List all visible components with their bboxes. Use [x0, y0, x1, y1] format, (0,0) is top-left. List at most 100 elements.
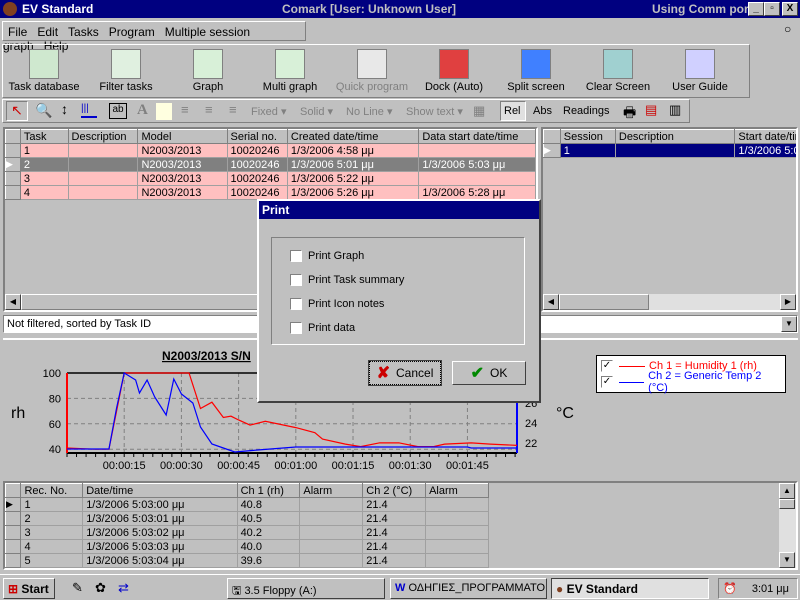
rel-button[interactable]: Rel	[500, 101, 526, 121]
column-header[interactable]: Data start date/time	[418, 129, 536, 144]
column-header[interactable]: Created date/time	[286, 129, 420, 144]
line-style-dropdown[interactable]: Fixed ▾	[251, 105, 286, 118]
cancel-button[interactable]: ✘ Cancel	[368, 360, 442, 386]
copy-format-icon[interactable]: ▦	[473, 103, 485, 119]
quicklaunch-desktop-icon[interactable]: ✎	[72, 580, 83, 596]
column-header[interactable]: Serial no.	[226, 129, 288, 144]
text-box-icon[interactable]: ab	[109, 103, 127, 119]
align-center-icon[interactable]: ≡	[205, 102, 213, 117]
readings-button[interactable]: Readings	[563, 105, 609, 117]
dock-auto-button[interactable]: Dock (Auto)	[413, 47, 495, 97]
menu-program[interactable]: Program	[109, 25, 155, 39]
taskbar-item-floppy[interactable]: 🖫 3.5 Floppy (A:)	[227, 578, 385, 599]
checkbox[interactable]	[290, 298, 302, 310]
table-row[interactable]: 4 N2003/2013 10020246 1/3/2006 5:26 μμ 1/3/2…	[5, 185, 536, 200]
vertical-scale-icon[interactable]: ↕	[61, 101, 68, 117]
table-row[interactable]: ▶1 1/3/2006 5:03:0	[543, 143, 796, 158]
checkbox[interactable]	[290, 274, 302, 286]
table-row[interactable]: 4 1/3/2006 5:03:03 μμ 40.0 21.4	[5, 539, 489, 554]
pointer-tool-icon[interactable]: ↖	[6, 101, 28, 121]
minimize-button[interactable]: _	[748, 2, 764, 16]
menu-edit[interactable]: Edit	[37, 25, 58, 39]
table-row[interactable]: 3 1/3/2006 5:03:02 μμ 40.2 21.4	[5, 525, 489, 540]
scheduler-icon[interactable]: ⏰	[723, 583, 737, 595]
restore-button[interactable]: ▫	[764, 2, 780, 16]
session-grid-scrollbar[interactable]: ◀ ▶	[543, 294, 796, 310]
multi-graph-button[interactable]: Multi graph	[249, 47, 331, 97]
menu-file[interactable]: File	[8, 25, 27, 39]
table-row[interactable]: 1 N2003/2013 10020246 1/3/2006 4:58 μμ	[5, 143, 536, 158]
calculator-icon[interactable]: ▥	[669, 102, 681, 118]
column-header[interactable]: Date/time	[82, 483, 238, 498]
show-text-dropdown[interactable]: Show text ▾	[406, 105, 463, 118]
checkbox[interactable]	[290, 322, 302, 334]
menu-tasks[interactable]: Tasks	[68, 25, 99, 39]
legend-checkbox[interactable]: ✓	[601, 376, 613, 388]
row-indicator[interactable]	[5, 185, 21, 200]
print-option-print-task-summary[interactable]: Print Task summary	[290, 274, 404, 286]
checkbox[interactable]	[290, 250, 302, 262]
bar-chart-icon[interactable]: |||	[81, 103, 97, 118]
print-option-print-graph[interactable]: Print Graph	[290, 250, 364, 262]
legend-checkbox[interactable]: ✓	[601, 360, 613, 372]
clock[interactable]: 3:01 μμ	[752, 583, 789, 595]
row-indicator[interactable]	[5, 171, 21, 186]
row-indicator[interactable]	[5, 511, 22, 526]
line-dropdown[interactable]: No Line ▾	[346, 105, 393, 118]
graph-button[interactable]: Graph	[167, 47, 249, 97]
split-screen-button[interactable]: Split screen	[495, 47, 577, 97]
scroll-up-icon[interactable]: ▲	[779, 483, 795, 499]
align-right-icon[interactable]: ≡	[229, 102, 237, 117]
table-row[interactable]: 2 1/3/2006 5:03:01 μμ 40.5 21.4	[5, 511, 489, 526]
pattern-dropdown[interactable]: Solid ▾	[300, 105, 333, 118]
scroll-thumb[interactable]	[779, 499, 795, 509]
row-indicator[interactable]: ▶	[5, 157, 21, 172]
scroll-thumb[interactable]	[559, 294, 649, 310]
column-header[interactable]: Description	[614, 129, 736, 144]
quicklaunch-sync-icon[interactable]: ⇄	[118, 580, 129, 596]
export-icon[interactable]: ▤	[645, 102, 657, 118]
table-row[interactable]: ▶ 1 1/3/2006 5:03:00 μμ 40.8 21.4	[5, 497, 489, 512]
table-row[interactable]: ▶ 2 N2003/2013 10020246 1/3/2006 5:01 μμ 1/3/…	[5, 157, 536, 172]
quicklaunch-flower-icon[interactable]: ✿	[95, 580, 106, 596]
column-header[interactable]: Model	[137, 129, 228, 144]
column-header[interactable]: Ch 2 (°C)	[362, 483, 427, 498]
task-database-button[interactable]: Task database	[3, 47, 85, 97]
scroll-down-icon[interactable]: ▼	[779, 552, 795, 568]
dropdown-arrow-icon[interactable]: ▼	[781, 316, 797, 332]
user-guide-button[interactable]: User Guide	[659, 47, 741, 97]
row-indicator[interactable]	[5, 143, 21, 158]
start-button[interactable]: ⊞ Start	[3, 578, 55, 599]
scroll-left-icon[interactable]: ◀	[5, 294, 21, 310]
records-scrollbar[interactable]: ▲ ▼	[779, 483, 796, 568]
column-header[interactable]: Rec. No.	[20, 483, 84, 498]
table-row[interactable]: 5 1/3/2006 5:03:04 μμ 39.6 21.4	[5, 553, 489, 568]
scroll-right-icon[interactable]: ▶	[780, 294, 796, 310]
zoom-icon[interactable]: 🔍	[35, 102, 52, 119]
row-indicator[interactable]: ▶	[543, 143, 561, 158]
column-header[interactable]: Start date/time	[734, 129, 796, 144]
clear-screen-button[interactable]: Clear Screen	[577, 47, 659, 97]
filter-tasks-button[interactable]: Filter tasks	[85, 47, 167, 97]
print-icon[interactable]: 🖶	[623, 102, 636, 126]
legend-item[interactable]: ✓ Ch 2 = Generic Temp 2 (°C)	[601, 370, 781, 394]
row-indicator[interactable]	[5, 525, 22, 540]
column-header[interactable]: Task	[19, 129, 69, 144]
column-header[interactable]: Session	[559, 129, 616, 144]
print-option-print-icon-notes[interactable]: Print Icon notes	[290, 298, 384, 310]
ok-button[interactable]: ✔ OK	[452, 361, 526, 385]
row-indicator[interactable]	[5, 553, 22, 568]
column-header[interactable]: Alarm	[425, 483, 489, 498]
table-row[interactable]: 3 N2003/2013 10020246 1/3/2006 5:22 μμ	[5, 171, 536, 186]
fill-color-icon[interactable]	[156, 103, 172, 120]
column-header[interactable]: Description	[67, 129, 139, 144]
close-button[interactable]: X	[782, 2, 798, 16]
scroll-left-icon[interactable]: ◀	[543, 294, 559, 310]
row-indicator[interactable]: ▶	[5, 497, 22, 512]
align-left-icon[interactable]: ≡	[181, 102, 189, 117]
row-indicator[interactable]	[5, 539, 22, 554]
print-option-print-data[interactable]: Print data	[290, 322, 355, 334]
taskbar-item-word[interactable]: W ΟΔΗΓΙΕΣ_ΠΡΟΓΡΑΜΜΑΤΟ...	[390, 578, 547, 599]
taskbar-item-ev-standard[interactable]: ● EV Standard	[551, 578, 709, 599]
font-icon[interactable]: A	[137, 102, 148, 119]
